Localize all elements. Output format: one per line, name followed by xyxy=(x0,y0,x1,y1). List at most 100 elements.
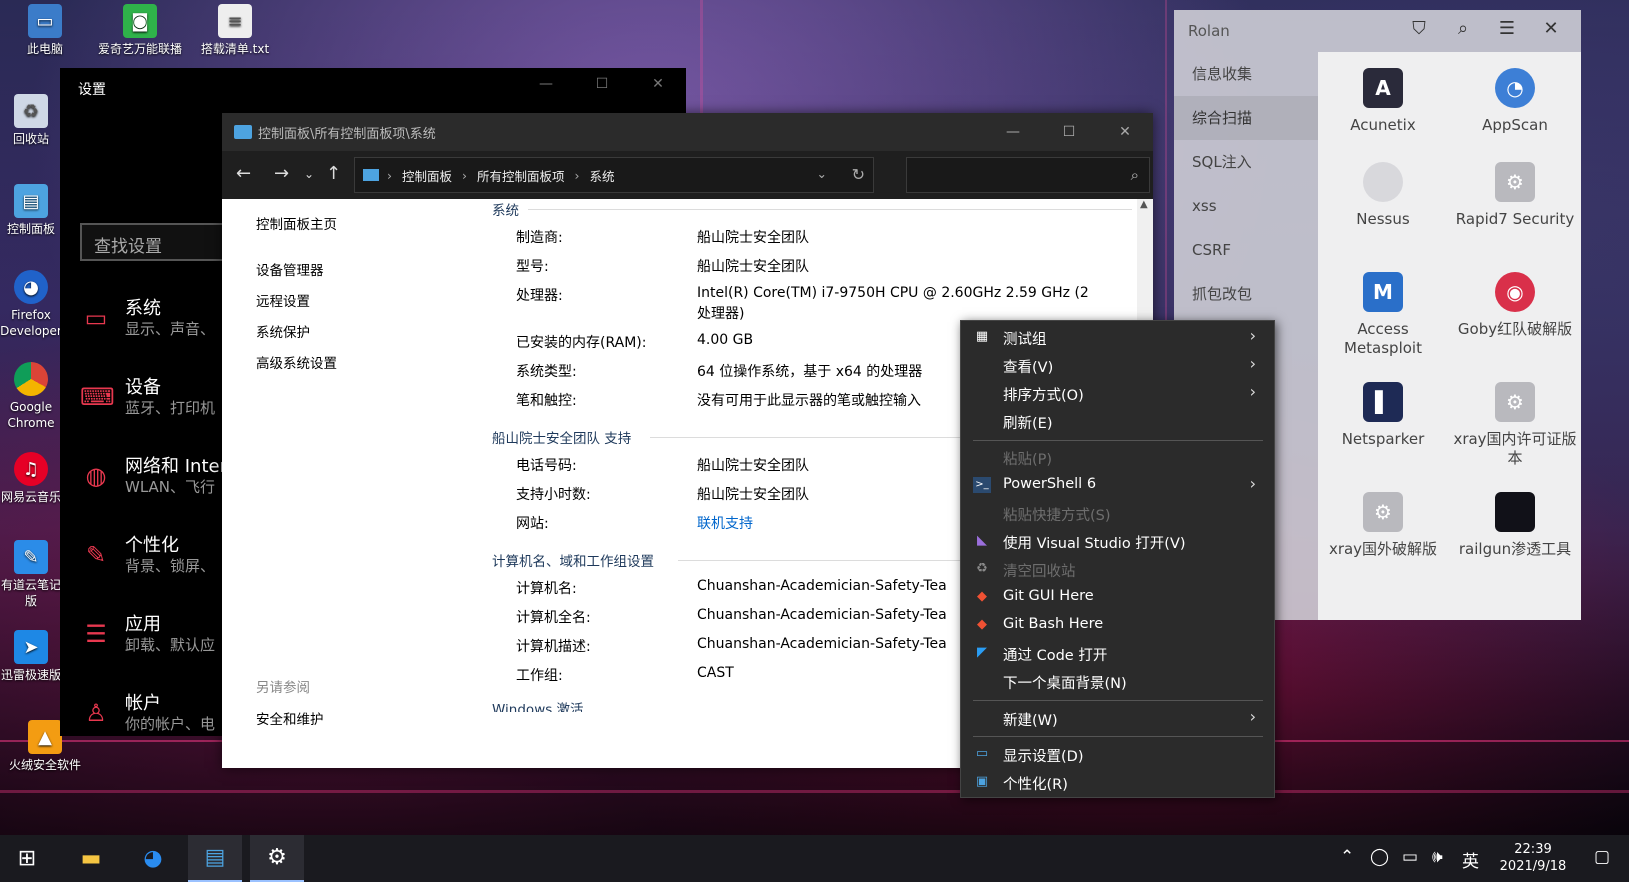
menu-item-powershell[interactable]: >_ PowerShell 6 › xyxy=(961,471,1274,499)
app-nessus[interactable]: Nessus xyxy=(1318,162,1448,229)
taskbar-settings[interactable]: ⚙ xyxy=(250,835,304,882)
globe-icon: ◍ xyxy=(85,462,107,490)
git-icon: ◆ xyxy=(977,617,987,632)
menu-item-refresh[interactable]: 刷新(E) xyxy=(961,407,1274,435)
control-panel-search-input[interactable]: ⌕ xyxy=(906,157,1150,193)
rolan-category-comprehensive-scan[interactable]: 综合扫描 xyxy=(1174,96,1318,140)
app-metasploit[interactable]: M Access Metasploit xyxy=(1318,272,1448,358)
desktop-icon-this-pc[interactable]: ▭ 此电脑 xyxy=(0,4,90,57)
brush-icon: ✎ xyxy=(85,541,107,569)
taskbar-clock[interactable]: 22:39 2021/9/18 xyxy=(1488,841,1578,875)
recent-locations-chevron-icon[interactable]: ⌄ xyxy=(304,167,314,181)
appscan-icon: ◔ xyxy=(1495,68,1535,108)
menu-item-new[interactable]: 新建(W) › xyxy=(961,704,1274,732)
menu-item-sort-by[interactable]: 排序方式(O) › xyxy=(961,379,1274,407)
up-arrow-icon[interactable]: ↑ xyxy=(326,163,341,184)
submenu-arrow-icon: › xyxy=(1249,354,1256,373)
refresh-icon[interactable]: ↻ xyxy=(852,165,865,184)
link-system-protection[interactable]: 系统保护 xyxy=(256,321,337,341)
menu-item-display-settings[interactable]: ▭ 显示设置(D) xyxy=(961,740,1274,768)
breadcrumb-control-panel[interactable]: 控制面板 xyxy=(402,166,452,185)
menu-separator xyxy=(973,736,1263,737)
skin-icon[interactable]: ⛉ xyxy=(1397,18,1441,39)
link-control-panel-home[interactable]: 控制面板主页 xyxy=(256,213,337,233)
taskbar-file-explorer[interactable]: ▬ xyxy=(64,835,118,882)
rolan-category-xss[interactable]: xss xyxy=(1174,184,1318,228)
app-netsparker[interactable]: ▌ Netsparker xyxy=(1318,382,1448,449)
app-xray-domestic[interactable]: ⚙ xray国内许可证版本 xyxy=(1450,382,1580,468)
notification-center-icon[interactable]: ▢ xyxy=(1594,847,1610,867)
ime-indicator[interactable]: 英 xyxy=(1462,847,1479,872)
scroll-up-icon[interactable]: ▲ xyxy=(1140,199,1148,210)
minimize-button[interactable]: — xyxy=(518,68,574,100)
menu-item-paste-shortcut: 粘贴快捷方式(S) xyxy=(1003,508,1111,524)
recycle-bin-icon: ♻ xyxy=(14,94,48,128)
goby-icon: ◉ xyxy=(1495,272,1535,312)
address-dropdown-icon[interactable]: ⌄ xyxy=(817,166,827,181)
breadcrumb-system[interactable]: 系统 xyxy=(590,166,615,185)
search-icon[interactable]: ⌕ xyxy=(1441,18,1485,39)
maximize-button[interactable]: ☐ xyxy=(574,68,630,100)
desktop-icon-xunlei[interactable]: ➤ 迅雷极速版 xyxy=(0,630,66,683)
taskbar-control-panel[interactable]: ▤ xyxy=(188,835,242,882)
close-icon[interactable]: ✕ xyxy=(1529,18,1573,39)
settings-search-input[interactable]: 查找设置 xyxy=(80,223,230,261)
network-icon[interactable]: ▭ xyxy=(1402,847,1418,867)
submenu-arrow-icon: › xyxy=(1249,474,1256,493)
link-remote-settings[interactable]: 远程设置 xyxy=(256,290,337,310)
link-advanced-system-settings[interactable]: 高级系统设置 xyxy=(256,352,337,372)
menu-item-open-visual-studio[interactable]: ◣ 使用 Visual Studio 打开(V) xyxy=(961,527,1274,555)
cortana-circle-icon[interactable]: ◯ xyxy=(1370,847,1389,867)
settings-window-controls: — ☐ ✕ xyxy=(518,68,686,100)
grid-icon: ▦ xyxy=(975,329,989,344)
back-arrow-icon[interactable]: ← xyxy=(236,163,251,184)
maximize-button[interactable]: ☐ xyxy=(1041,113,1097,151)
desktop-icon-recycle-bin[interactable]: ♻ 回收站 xyxy=(0,94,66,147)
breadcrumb-all-items[interactable]: 所有控制面板项 xyxy=(477,166,565,185)
menu-item-open-with-code[interactable]: ◤ 通过 Code 打开 xyxy=(961,639,1274,667)
desktop-icon-chrome[interactable]: Google Chrome xyxy=(0,362,66,431)
rolan-category-sql-injection[interactable]: SQL注入 xyxy=(1174,140,1318,184)
desktop-icon-control-panel[interactable]: ▤ 控制面板 xyxy=(0,184,66,237)
clock-time: 22:39 xyxy=(1514,842,1552,857)
taskbar-firefox[interactable]: ◕ xyxy=(126,835,180,882)
desktop-icon-firefox-dev[interactable]: ◕ Firefox Developer xyxy=(0,270,66,339)
close-button[interactable]: ✕ xyxy=(1097,113,1153,151)
link-security-maintenance[interactable]: 安全和维护 xyxy=(256,708,337,728)
address-bar[interactable]: › 控制面板 › 所有控制面板项 › 系统 ⌄ ↻ xyxy=(354,157,874,193)
app-acunetix[interactable]: A Acunetix xyxy=(1318,68,1448,135)
git-icon: ◆ xyxy=(977,589,987,604)
show-hidden-icons-chevron-icon[interactable]: ⌃ xyxy=(1340,847,1354,867)
forward-arrow-icon[interactable]: → xyxy=(274,163,289,184)
rolan-title: Rolan xyxy=(1188,22,1230,40)
rolan-category-info-gathering[interactable]: 信息收集 xyxy=(1174,52,1318,96)
menu-icon[interactable]: ☰ xyxy=(1485,18,1529,39)
rolan-category-packet-capture[interactable]: 抓包改包 xyxy=(1174,272,1318,316)
info-row-model: 型号: 船山院士安全团队 xyxy=(516,259,809,275)
menu-item-personalize[interactable]: ▣ 个性化(R) xyxy=(961,768,1274,796)
powershell-icon: >_ xyxy=(973,477,991,493)
start-button[interactable]: ⊞ xyxy=(0,835,54,882)
app-goby[interactable]: ◉ Goby红队破解版 xyxy=(1450,272,1580,339)
app-rapid7[interactable]: ⚙ Rapid7 Security xyxy=(1450,162,1580,229)
app-xray-foreign[interactable]: ⚙ xray国外破解版 xyxy=(1318,492,1448,559)
online-support-link[interactable]: 联机支持 xyxy=(697,513,753,533)
app-appscan[interactable]: ◔ AppScan xyxy=(1450,68,1580,135)
menu-item-git-bash[interactable]: ◆ Git Bash Here xyxy=(961,611,1274,639)
menu-item-next-background[interactable]: 下一个桌面背景(N) xyxy=(961,667,1274,695)
rolan-category-csrf[interactable]: CSRF xyxy=(1174,228,1318,272)
volume-icon[interactable]: 🕪 xyxy=(1432,847,1443,867)
app-railgun[interactable]: railgun渗透工具 xyxy=(1450,492,1580,559)
menu-item-test-group[interactable]: ▦ 测试组 › xyxy=(961,323,1274,351)
desktop-icon-txt-file[interactable]: ≡ 搭载清单.txt xyxy=(190,4,280,57)
desktop-icon-netease-music[interactable]: ♫ 网易云音乐 xyxy=(0,452,66,505)
settings-title: 设置 xyxy=(78,82,106,98)
minimize-button[interactable]: — xyxy=(985,113,1041,151)
desktop-icon-youdao-note[interactable]: ✎ 有道云笔记版 xyxy=(0,540,66,609)
menu-item-paste: 粘贴(P) xyxy=(1003,452,1053,468)
menu-item-git-gui[interactable]: ◆ Git GUI Here xyxy=(961,583,1274,611)
close-button[interactable]: ✕ xyxy=(630,68,686,100)
menu-item-view[interactable]: 查看(V) › xyxy=(961,351,1274,379)
link-device-manager[interactable]: 设备管理器 xyxy=(256,259,337,279)
desktop-icon-iqiyi[interactable]: ◙ 爱奇艺万能联播 xyxy=(95,4,185,57)
